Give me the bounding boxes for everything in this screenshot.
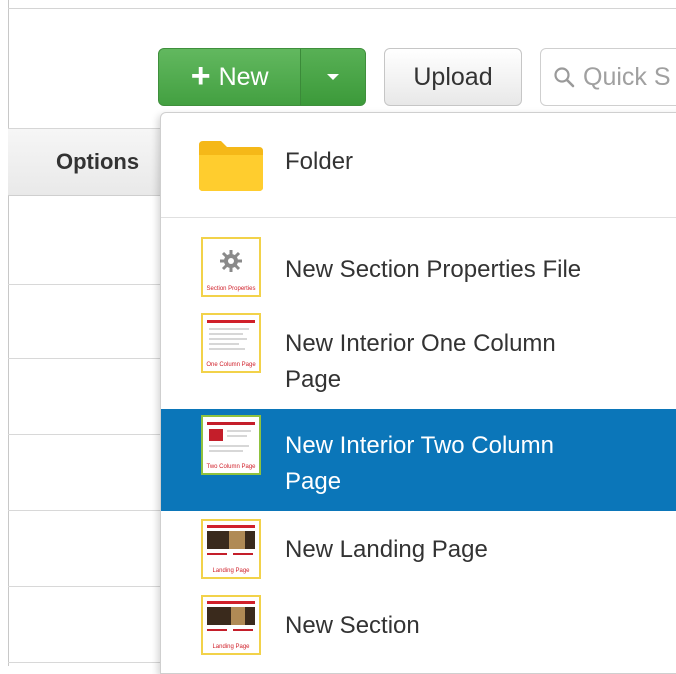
menu-item-new-section[interactable]: Landing Page New Section xyxy=(161,591,676,667)
two-column-page-thumbnail-icon: Two Column Page xyxy=(201,415,261,475)
table-header-options[interactable]: Options xyxy=(8,128,162,196)
window-border-top xyxy=(8,8,676,9)
thumbnail-caption: Landing Page xyxy=(212,568,250,574)
menu-item-label: Folder xyxy=(285,148,354,175)
section-properties-thumbnail-icon: Section Properties xyxy=(201,237,261,297)
new-dropdown-menu: Folder Section Properties New Section Pr… xyxy=(160,112,676,674)
menu-divider xyxy=(161,217,676,218)
new-button-label: New xyxy=(218,62,269,91)
menu-item-label-line2: Page xyxy=(285,366,342,393)
table-row-divider xyxy=(8,284,162,285)
options-column-header: Options xyxy=(56,149,140,174)
plus-icon: + xyxy=(190,56,211,95)
section-thumbnail-icon: Landing Page xyxy=(201,595,261,655)
menu-item-folder[interactable]: Folder xyxy=(161,113,676,217)
table-row-divider xyxy=(8,586,162,587)
window-border-left xyxy=(8,0,9,666)
upload-button[interactable]: Upload xyxy=(384,48,522,106)
search-placeholder: Quick S xyxy=(583,62,671,91)
table-row-divider xyxy=(8,358,162,359)
upload-button-label: Upload xyxy=(413,62,493,91)
menu-item-new-interior-one-column-page[interactable]: One Column Page New Interior One Column … xyxy=(161,307,676,409)
menu-item-label: New Section Properties File xyxy=(285,256,582,283)
chevron-down-icon xyxy=(327,74,340,80)
table-row-divider xyxy=(8,662,162,663)
table-row-divider xyxy=(8,434,162,435)
menu-item-label-line1: New Interior One Column xyxy=(285,330,556,357)
quick-search-input[interactable]: Quick S xyxy=(540,48,676,106)
thumbnail-caption: Two Column Page xyxy=(206,464,256,470)
thumbnail-caption: One Column Page xyxy=(206,362,256,368)
table-row-divider xyxy=(8,510,162,511)
thumbnail-caption: Section Properties xyxy=(206,286,256,292)
menu-item-label-line1: New Interior Two Column xyxy=(285,432,554,459)
folder-icon xyxy=(199,141,263,191)
menu-item-new-interior-two-column-page[interactable]: Two Column Page New Interior Two Column … xyxy=(161,409,676,511)
landing-page-thumbnail-icon: Landing Page xyxy=(201,519,261,579)
thumbnail-caption: Landing Page xyxy=(212,644,250,650)
menu-item-new-landing-page[interactable]: Landing Page New Landing Page xyxy=(161,515,676,591)
menu-item-new-section-properties-file[interactable]: Section Properties New Section Propertie… xyxy=(161,231,676,307)
new-dropdown-toggle[interactable] xyxy=(300,49,365,105)
new-button[interactable]: + New xyxy=(159,49,300,105)
menu-item-label-line2: Page xyxy=(285,468,342,495)
one-column-page-thumbnail-icon: One Column Page xyxy=(201,313,261,373)
menu-item-label: New Landing Page xyxy=(285,536,488,563)
new-split-button[interactable]: + New xyxy=(158,48,366,106)
menu-item-label: New Section xyxy=(285,612,420,639)
search-icon xyxy=(554,67,575,88)
